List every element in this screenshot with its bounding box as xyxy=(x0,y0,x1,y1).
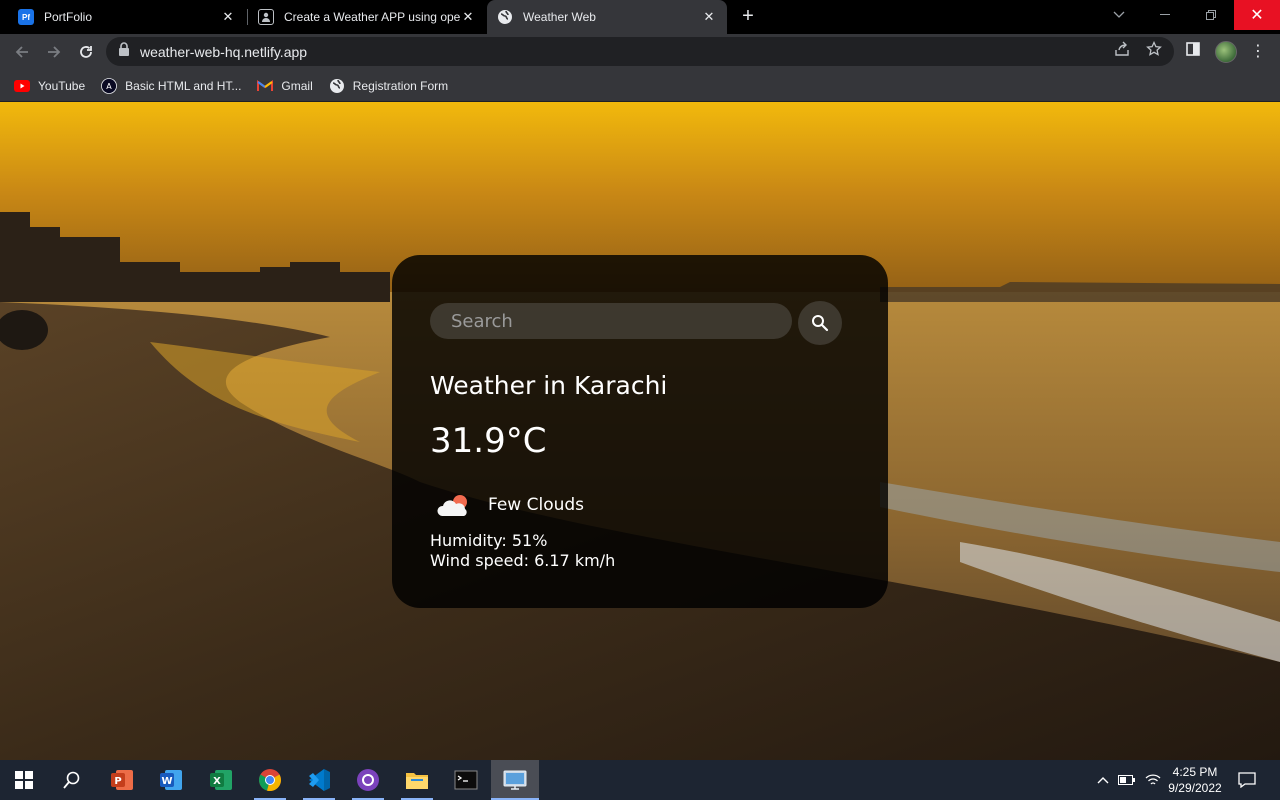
svg-text:W: W xyxy=(161,776,172,787)
github-icon xyxy=(357,769,379,791)
person-icon xyxy=(258,9,274,25)
clock-time: 4:25 PM xyxy=(1172,765,1218,779)
battery-icon xyxy=(1118,775,1135,785)
powerpoint-icon: P xyxy=(111,770,133,790)
restore-button[interactable] xyxy=(1188,0,1234,30)
bookmark-registration-form[interactable]: Registration Form xyxy=(329,78,448,94)
humidity-text: Humidity: 51% xyxy=(430,531,548,550)
svg-text:A: A xyxy=(106,82,112,91)
github-desktop-app[interactable] xyxy=(344,760,392,800)
word-icon: W xyxy=(160,770,182,790)
portfolio-favicon-icon: Pf xyxy=(18,9,34,25)
start-button[interactable] xyxy=(0,760,48,800)
temperature-value: 31.9°C xyxy=(430,421,547,461)
bookmark-youtube[interactable]: YouTube xyxy=(14,78,85,94)
share-icon[interactable] xyxy=(1113,40,1131,58)
chevron-up-icon xyxy=(1097,777,1109,784)
show-hidden-icons-button[interactable] xyxy=(1092,760,1114,800)
lock-icon[interactable] xyxy=(118,42,130,61)
bookmark-label: Registration Form xyxy=(352,78,449,93)
bookmark-gmail[interactable]: Gmail xyxy=(257,78,313,94)
few-clouds-icon xyxy=(437,495,467,516)
bookmark-basic-html[interactable]: A Basic HTML and HT... xyxy=(101,77,242,94)
excel-icon: X xyxy=(210,770,232,790)
tab-title: Create a Weather APP using ope xyxy=(284,10,460,24)
minimize-button[interactable] xyxy=(1142,0,1188,30)
forward-button[interactable] xyxy=(40,38,68,66)
address-bar[interactable]: weather-web-hq.netlify.app xyxy=(106,37,1174,66)
city-heading: Weather in Karachi xyxy=(430,371,668,400)
tab-portfolio[interactable]: Pf PortFolio ✕ xyxy=(8,0,246,34)
word-app[interactable]: W xyxy=(147,760,195,800)
clock-date: 9/29/2022 xyxy=(1168,781,1222,795)
close-icon[interactable]: ✕ xyxy=(220,9,236,25)
page-viewport: Weather in Karachi 31.9°C Few Clouds Hum… xyxy=(0,102,1280,760)
globe-icon xyxy=(497,9,513,25)
browser-toolbar: weather-web-hq.netlify.app ⋮ xyxy=(0,34,1280,70)
gmail-icon xyxy=(257,78,274,94)
reload-button[interactable] xyxy=(72,38,100,66)
system-clock[interactable]: 4:25 PM 9/29/2022 xyxy=(1160,764,1230,796)
svg-text:P: P xyxy=(114,776,121,787)
search-box xyxy=(430,303,792,339)
weather-description: Few Clouds xyxy=(488,495,585,515)
terminal-icon xyxy=(454,770,478,790)
tab-title: Weather Web xyxy=(523,10,596,24)
bookmark-star-icon[interactable] xyxy=(1145,40,1163,58)
tab-search-icon[interactable] xyxy=(1096,0,1142,30)
search-icon xyxy=(63,771,80,789)
bookmark-label: YouTube xyxy=(38,78,86,93)
chrome-app[interactable] xyxy=(246,760,294,800)
svg-text:X: X xyxy=(213,776,221,787)
chrome-icon xyxy=(259,769,281,792)
new-tab-button[interactable]: + xyxy=(736,5,760,29)
remote-desktop-icon xyxy=(503,770,527,790)
bookmark-label: Basic HTML and HT... xyxy=(125,78,242,93)
folder-icon xyxy=(406,773,428,789)
wind-speed-text: Wind speed: 6.17 km/h xyxy=(430,551,616,570)
vscode-app[interactable] xyxy=(295,760,343,800)
remote-desktop-app[interactable] xyxy=(491,760,539,800)
search-icon xyxy=(812,315,829,332)
windows-logo-icon xyxy=(15,771,33,789)
action-center-button[interactable] xyxy=(1234,760,1260,800)
globe-icon xyxy=(329,78,345,94)
file-explorer-app[interactable] xyxy=(393,760,441,800)
search-button[interactable] xyxy=(48,760,96,800)
youtube-icon xyxy=(14,78,30,94)
weather-card: Weather in Karachi 31.9°C Few Clouds Hum… xyxy=(392,255,888,608)
close-window-button[interactable]: ✕ xyxy=(1234,0,1280,30)
profile-avatar[interactable] xyxy=(1215,41,1237,63)
url-text: weather-web-hq.netlify.app xyxy=(140,43,308,60)
search-button[interactable] xyxy=(798,301,842,345)
windows-taskbar: P W X 4:25 PM 9/29/2022 xyxy=(0,760,1280,800)
tab-strip: Pf PortFolio ✕ Create a Weather APP usin… xyxy=(0,0,1280,34)
close-icon[interactable]: ✕ xyxy=(701,9,717,25)
close-icon[interactable]: ✕ xyxy=(460,9,476,25)
terminal-app[interactable] xyxy=(442,760,490,800)
battery-status[interactable] xyxy=(1116,760,1138,800)
notification-icon xyxy=(1238,772,1256,788)
side-panel-icon[interactable] xyxy=(1184,40,1202,58)
excel-app[interactable]: X xyxy=(197,760,245,800)
more-menu-icon[interactable]: ⋮ xyxy=(1250,42,1266,62)
powerpoint-app[interactable]: P xyxy=(98,760,146,800)
freecodecamp-icon: A xyxy=(101,77,118,94)
tab-title: PortFolio xyxy=(44,10,93,24)
search-input[interactable] xyxy=(430,303,792,339)
vscode-icon xyxy=(309,769,330,791)
tab-weather-web[interactable]: Weather Web ✕ xyxy=(487,0,727,34)
tab-create-weather-app[interactable]: Create a Weather APP using ope ✕ xyxy=(248,0,486,34)
bookmarks-bar: YouTube A Basic HTML and HT... Gmail Reg… xyxy=(0,70,1280,102)
bookmark-label: Gmail xyxy=(281,78,313,93)
back-button[interactable] xyxy=(8,38,36,66)
